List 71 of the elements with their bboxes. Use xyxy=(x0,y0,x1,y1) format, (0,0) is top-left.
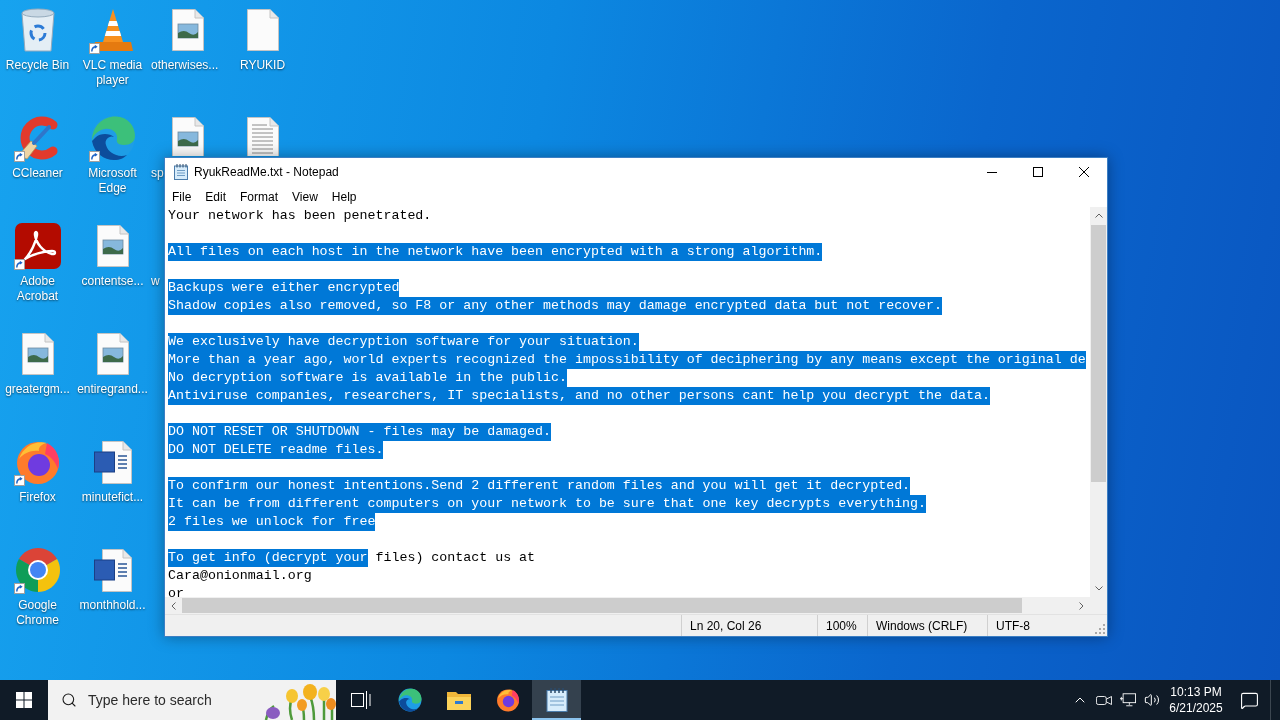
image-file-icon[interactable] xyxy=(96,225,129,267)
text-file-icon[interactable] xyxy=(246,117,279,156)
recycle-bin-icon[interactable] xyxy=(19,8,56,52)
scroll-down-icon xyxy=(1094,586,1103,591)
vertical-scrollbar[interactable] xyxy=(1090,207,1107,597)
image-file-icon[interactable] xyxy=(171,117,204,156)
image-file-icon[interactable] xyxy=(96,333,129,375)
desktop-icon-label[interactable]: monthhold... xyxy=(79,598,146,613)
text-line: Cara@onionmail.org xyxy=(168,567,312,585)
desktop-icon-label[interactable]: contentse... xyxy=(81,274,144,289)
desktop-icon-label[interactable]: Google Chrome xyxy=(0,598,75,628)
image-file-icon[interactable] xyxy=(171,9,204,51)
desktop-icon-label[interactable]: Adobe Acrobat xyxy=(0,274,75,304)
desktop-icon-label[interactable]: greatergm... xyxy=(5,382,70,397)
desktop-icon-label[interactable]: Recycle Bin xyxy=(5,58,70,73)
menu-item[interactable]: View xyxy=(285,186,325,207)
scroll-up-icon xyxy=(1094,213,1103,218)
edge-icon xyxy=(397,688,422,712)
blank-file-icon[interactable] xyxy=(246,9,279,51)
desktop-icon-label[interactable]: Firefox xyxy=(19,490,56,505)
close-icon xyxy=(1079,167,1089,177)
scroll-left-icon xyxy=(171,601,176,610)
resize-grip-icon[interactable] xyxy=(1095,624,1105,634)
menu-item[interactable]: Edit xyxy=(198,186,234,207)
status-text: UTF-8 xyxy=(996,617,1030,635)
status-text: 100% xyxy=(826,617,857,635)
notification-icon xyxy=(1239,690,1259,710)
notepad-icon xyxy=(174,164,188,180)
desktop-icon-label[interactable]: w xyxy=(151,274,160,289)
maximize-icon xyxy=(1033,167,1043,177)
scrollbar-thumb[interactable] xyxy=(1091,225,1106,482)
volume-icon xyxy=(1144,692,1160,708)
acrobat-icon[interactable] xyxy=(14,223,61,269)
text-line: Your network has been penetrated. xyxy=(168,207,432,225)
text-line: or xyxy=(168,585,184,597)
menu-item[interactable]: Help xyxy=(324,186,364,207)
scrollbar-thumb[interactable] xyxy=(182,598,1022,613)
desktop-icon-label[interactable]: CCleaner xyxy=(12,166,63,181)
horizontal-scrollbar[interactable] xyxy=(165,597,1090,614)
minimize-icon xyxy=(987,171,997,173)
notepad-icon xyxy=(545,688,568,712)
window-title: RyukReadMe.txt - Notepad xyxy=(194,164,339,181)
firefox-icon xyxy=(495,688,520,712)
status-text: Ln 20, Col 26 xyxy=(690,617,762,635)
desktop-icon-label[interactable]: sp xyxy=(151,166,164,181)
search-field[interactable]: Type here to search xyxy=(48,680,336,720)
chrome-icon[interactable] xyxy=(14,547,61,593)
menu-item[interactable]: Format xyxy=(233,186,286,207)
firefox-icon[interactable] xyxy=(14,439,61,485)
image-file-icon[interactable] xyxy=(21,333,54,375)
network-icon xyxy=(1120,693,1136,707)
video-camera-icon xyxy=(1096,693,1112,707)
word-document-icon[interactable] xyxy=(93,440,132,484)
desktop-icon-label[interactable]: Microsoft Edge xyxy=(75,166,150,196)
edge-icon[interactable] xyxy=(89,115,136,161)
desktop-icon-label[interactable]: RYUKID xyxy=(239,58,286,73)
desktop-icon-label[interactable]: entiregrand... xyxy=(77,382,148,397)
status-text: Windows (CRLF) xyxy=(876,617,968,635)
search-icon xyxy=(61,692,77,708)
taskbar-button[interactable] xyxy=(532,680,581,720)
menu-item[interactable]: File xyxy=(165,186,199,207)
scroll-right-icon xyxy=(1079,601,1084,610)
windows-logo-icon xyxy=(16,692,32,708)
folder-icon xyxy=(446,690,471,710)
desktop-icon-label[interactable]: minutefict... xyxy=(81,490,144,505)
task-view-icon xyxy=(350,691,371,709)
desktop-icon-label[interactable]: otherwises... xyxy=(151,58,219,73)
text-line: files) contact us at xyxy=(374,549,536,567)
word-document-icon[interactable] xyxy=(93,548,132,592)
desktop-icon-label[interactable]: VLC media player xyxy=(75,58,150,88)
clock[interactable]: 10:13 PM 6/21/2025 xyxy=(1164,680,1228,720)
